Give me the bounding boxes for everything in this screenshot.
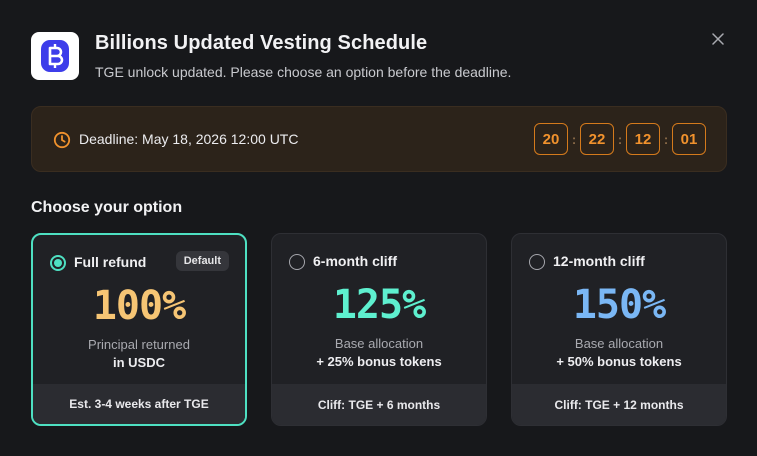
option-radio[interactable] [50,255,66,271]
countdown-separator: : [617,131,623,147]
option-radio[interactable] [529,254,545,270]
default-badge: Default [175,251,229,271]
option-percent: 125% [332,282,426,328]
countdown-days: 20 [534,123,568,155]
option-name: 12-month cliff [553,253,645,269]
option-card-12-month-cliff[interactable]: 12-month cliff 150% Base allocation + 50… [511,233,727,426]
countdown-seconds: 01 [672,123,706,155]
option-footer: Est. 3-4 weeks after TGE [33,384,245,424]
option-description: Principal returned [88,337,190,352]
option-radio[interactable] [289,254,305,270]
close-icon [712,33,724,45]
clock-icon [53,131,71,149]
countdown-separator: : [571,131,577,147]
option-percent: 150% [572,282,666,328]
deadline-banner: Deadline: May 18, 2026 12:00 UTC 20 : 22… [31,106,727,172]
billions-logo-icon [31,32,79,80]
option-name: Full refund [74,254,147,270]
option-footer: Cliff: TGE + 12 months [512,384,726,425]
countdown-separator: : [663,131,669,147]
option-name: 6-month cliff [313,253,397,269]
option-card-full-refund[interactable]: Full refund Default 100% Principal retur… [31,233,247,426]
option-footer: Cliff: TGE + 6 months [272,384,486,425]
countdown-hours: 22 [580,123,614,155]
option-description: Base allocation [334,336,424,351]
options-heading: Choose your option [31,199,183,216]
countdown-timer: 20 : 22 : 12 : 01 [534,123,706,155]
option-detail: + 50% bonus tokens [556,354,682,369]
deadline-text: Deadline: May 18, 2026 12:00 UTC [79,131,299,147]
countdown-minutes: 12 [626,123,660,155]
option-card-6-month-cliff[interactable]: 6-month cliff 125% Base allocation + 25%… [271,233,487,426]
close-button[interactable] [709,30,727,48]
option-detail: + 25% bonus tokens [316,354,442,369]
option-detail: in USDC [113,355,165,370]
dialog-title: Billions Updated Vesting Schedule [95,32,428,54]
dialog-subtitle: TGE unlock updated. Please choose an opt… [95,64,512,80]
option-description: Base allocation [574,336,664,351]
option-percent: 100% [92,283,186,329]
